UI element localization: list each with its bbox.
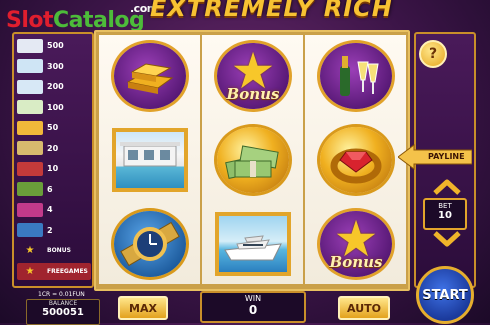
game-title: EXTREMELY RICH [150, 0, 393, 22]
house-icon [112, 128, 188, 192]
yacht-symbol [212, 207, 294, 281]
paytable-value: 4 [47, 205, 53, 214]
paytable-value: 6 [47, 184, 53, 194]
paytable-value: 100 [47, 102, 64, 112]
paytable-row: 6 [17, 181, 91, 198]
paytable-value: 50 [47, 123, 59, 132]
max-bet-button[interactable]: MAX [118, 296, 168, 320]
cash-bundle-symbol [212, 123, 294, 197]
champagne-icon [320, 43, 392, 109]
paytable-row: 20 [17, 140, 91, 157]
paytable-row: ★ BONUS [17, 242, 91, 259]
paytable-row: ★ FREEGAMES [17, 262, 91, 280]
win-value: 0 [248, 303, 258, 317]
bonus-label: Bonus [226, 85, 280, 103]
gold-bars-symbol [109, 39, 191, 113]
house-icon [17, 59, 43, 73]
credit-info: 1CR = 0.01FUN [38, 291, 85, 298]
ring-symbol [315, 123, 397, 197]
balance-label: BALANCE [48, 300, 78, 307]
paytable-row: 200 [17, 78, 91, 95]
win-label: WIN [244, 294, 262, 303]
chevron-down-icon [433, 231, 461, 247]
watch-symbol [109, 207, 191, 281]
paytable-value: FREEGAMES [47, 267, 88, 275]
paytable-value: 20 [47, 143, 59, 153]
chevron-up-icon [433, 179, 461, 195]
paytable-value: 200 [47, 82, 64, 91]
reel-2: ★ Bonus [202, 35, 303, 284]
payline-indicator: PAYLINE [397, 144, 473, 170]
paytable-row: 2 [17, 222, 91, 239]
help-button[interactable]: ? [419, 40, 447, 68]
balance-display: BALANCE 500051 [26, 299, 100, 325]
star-bonus-icon: ★ Bonus [217, 43, 289, 109]
header: SlotCatalog .com EXTREMELY RICH [0, 0, 490, 33]
gold-bars-icon [114, 43, 186, 109]
paytable-row: 500 [17, 37, 91, 54]
auto-play-button[interactable]: AUTO [338, 296, 390, 320]
paytable-value: 10 [47, 164, 59, 173]
bonus-symbol: ★ Bonus [212, 39, 294, 113]
paytable-row: 10 [17, 160, 91, 177]
star-bonus-icon: ★ Bonus [320, 211, 392, 277]
star-bonus-icon: ★ [25, 245, 35, 256]
cash-bundle-icon [17, 100, 43, 114]
paytable-panel: 500 300 200 100 50 20 10 6 4 2 ★ BONUS ★ FREEGAMES [12, 32, 94, 288]
bet-value: 10 [438, 210, 452, 221]
paytable-row: 100 [17, 99, 91, 116]
bet-display: BET 10 [423, 198, 467, 230]
ring-icon [17, 161, 43, 176]
yacht-icon [215, 212, 291, 276]
paytable-value: 500 [47, 41, 64, 50]
paytable-value: 300 [47, 61, 64, 71]
paytable-row: 300 [17, 58, 91, 75]
win-display: WIN 0 [200, 291, 306, 323]
ring-icon [320, 127, 392, 193]
yacht-icon [17, 79, 43, 94]
watch-icon [17, 141, 43, 155]
reels-frame: ★ Bonus ★ Bonus [94, 30, 410, 291]
bonus-label: Bonus [329, 253, 383, 271]
paytable-row: 4 [17, 201, 91, 218]
freegames-icon: ★ [25, 265, 35, 277]
letter-k-icon [17, 223, 43, 237]
paytable-value: BONUS [47, 247, 71, 254]
paytable-value: 2 [47, 225, 53, 235]
paytable-row: 50 [17, 119, 91, 136]
champagne-symbol [315, 39, 397, 113]
reel-1 [99, 35, 200, 284]
bet-down-button[interactable] [432, 230, 462, 248]
letter-a-icon [17, 202, 43, 217]
reel-3: ★ Bonus [305, 35, 406, 284]
bills-stack-icon [17, 38, 43, 53]
watch-icon [114, 211, 186, 277]
bet-up-button[interactable] [432, 178, 462, 196]
gold-bars-icon [17, 120, 43, 135]
logo-slot-text: Slot [6, 8, 54, 33]
balance-value: 500051 [42, 307, 84, 318]
bet-label: BET [438, 202, 452, 210]
champagne-icon [17, 182, 43, 196]
house-symbol [109, 123, 191, 197]
payline-label: PAYLINE [428, 152, 465, 161]
bonus-symbol-2: ★ Bonus [315, 207, 397, 281]
cash-bundle-icon [217, 127, 289, 193]
